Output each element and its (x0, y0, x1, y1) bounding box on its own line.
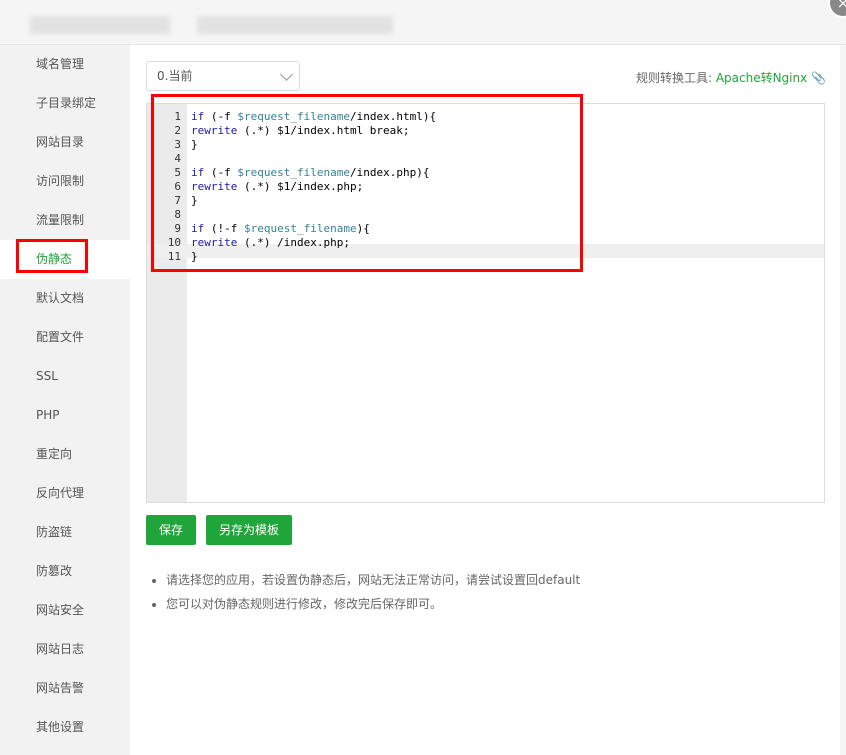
sidebar-item[interactable]: 其他设置 (0, 708, 130, 747)
converter-link[interactable]: Apache转Nginx (716, 71, 807, 85)
sidebar-item[interactable]: 网站告警 (0, 669, 130, 708)
note-item: 请选择您的应用，若设置伪静态后，网站无法正常访问，请尝试设置回default (166, 568, 580, 592)
sidebar-item[interactable]: 默认文档 (0, 279, 130, 318)
template-select[interactable]: 0.当前 (146, 61, 300, 91)
sidebar-item[interactable]: PHP (0, 396, 130, 435)
save-as-template-button[interactable]: 另存为模板 (206, 515, 292, 545)
sidebar-item[interactable]: 访问限制 (0, 162, 130, 201)
sidebar: 域名管理 子目录绑定 网站目录 访问限制 流量限制 伪静态 默认文档 配置文件 SSL PHP 重定… (0, 45, 130, 755)
sidebar-item[interactable]: 域名管理 (0, 45, 130, 84)
sidebar-item[interactable]: 网站安全 (0, 591, 130, 630)
note-item: 您可以对伪静态规则进行修改，修改完后保存即可。 (166, 592, 580, 616)
template-select-value: 0.当前 (157, 69, 193, 83)
sidebar-item[interactable]: 流量限制 (0, 201, 130, 240)
sidebar-item[interactable]: 重定向 (0, 435, 130, 474)
sidebar-item[interactable]: 反向代理 (0, 474, 130, 513)
sidebar-item[interactable]: 防盗链 (0, 513, 130, 552)
sidebar-item[interactable]: 子目录绑定 (0, 84, 130, 123)
converter-label: 规则转换工具: (635, 71, 712, 85)
help-notes: 请选择您的应用，若设置伪静态后，网站无法正常访问，请尝试设置回default 您… (150, 568, 580, 616)
sidebar-item[interactable]: 网站日志 (0, 630, 130, 669)
link-icon[interactable]: 📎 (811, 71, 826, 85)
sidebar-annotation-box (16, 239, 88, 273)
blurred-title-right (197, 16, 393, 34)
chevron-down-icon (280, 68, 293, 81)
sidebar-item[interactable]: SSL (0, 357, 130, 396)
sidebar-item[interactable]: 防篡改 (0, 552, 130, 591)
sidebar-item[interactable]: 配置文件 (0, 318, 130, 357)
save-button[interactable]: 保存 (146, 515, 196, 545)
code-annotation-box (151, 94, 583, 272)
sidebar-item[interactable]: 网站目录 (0, 123, 130, 162)
dialog-titlebar (0, 0, 846, 45)
blurred-title-left (30, 16, 170, 34)
converter-tool: 规则转换工具: Apache转Nginx 📎 (636, 69, 826, 86)
